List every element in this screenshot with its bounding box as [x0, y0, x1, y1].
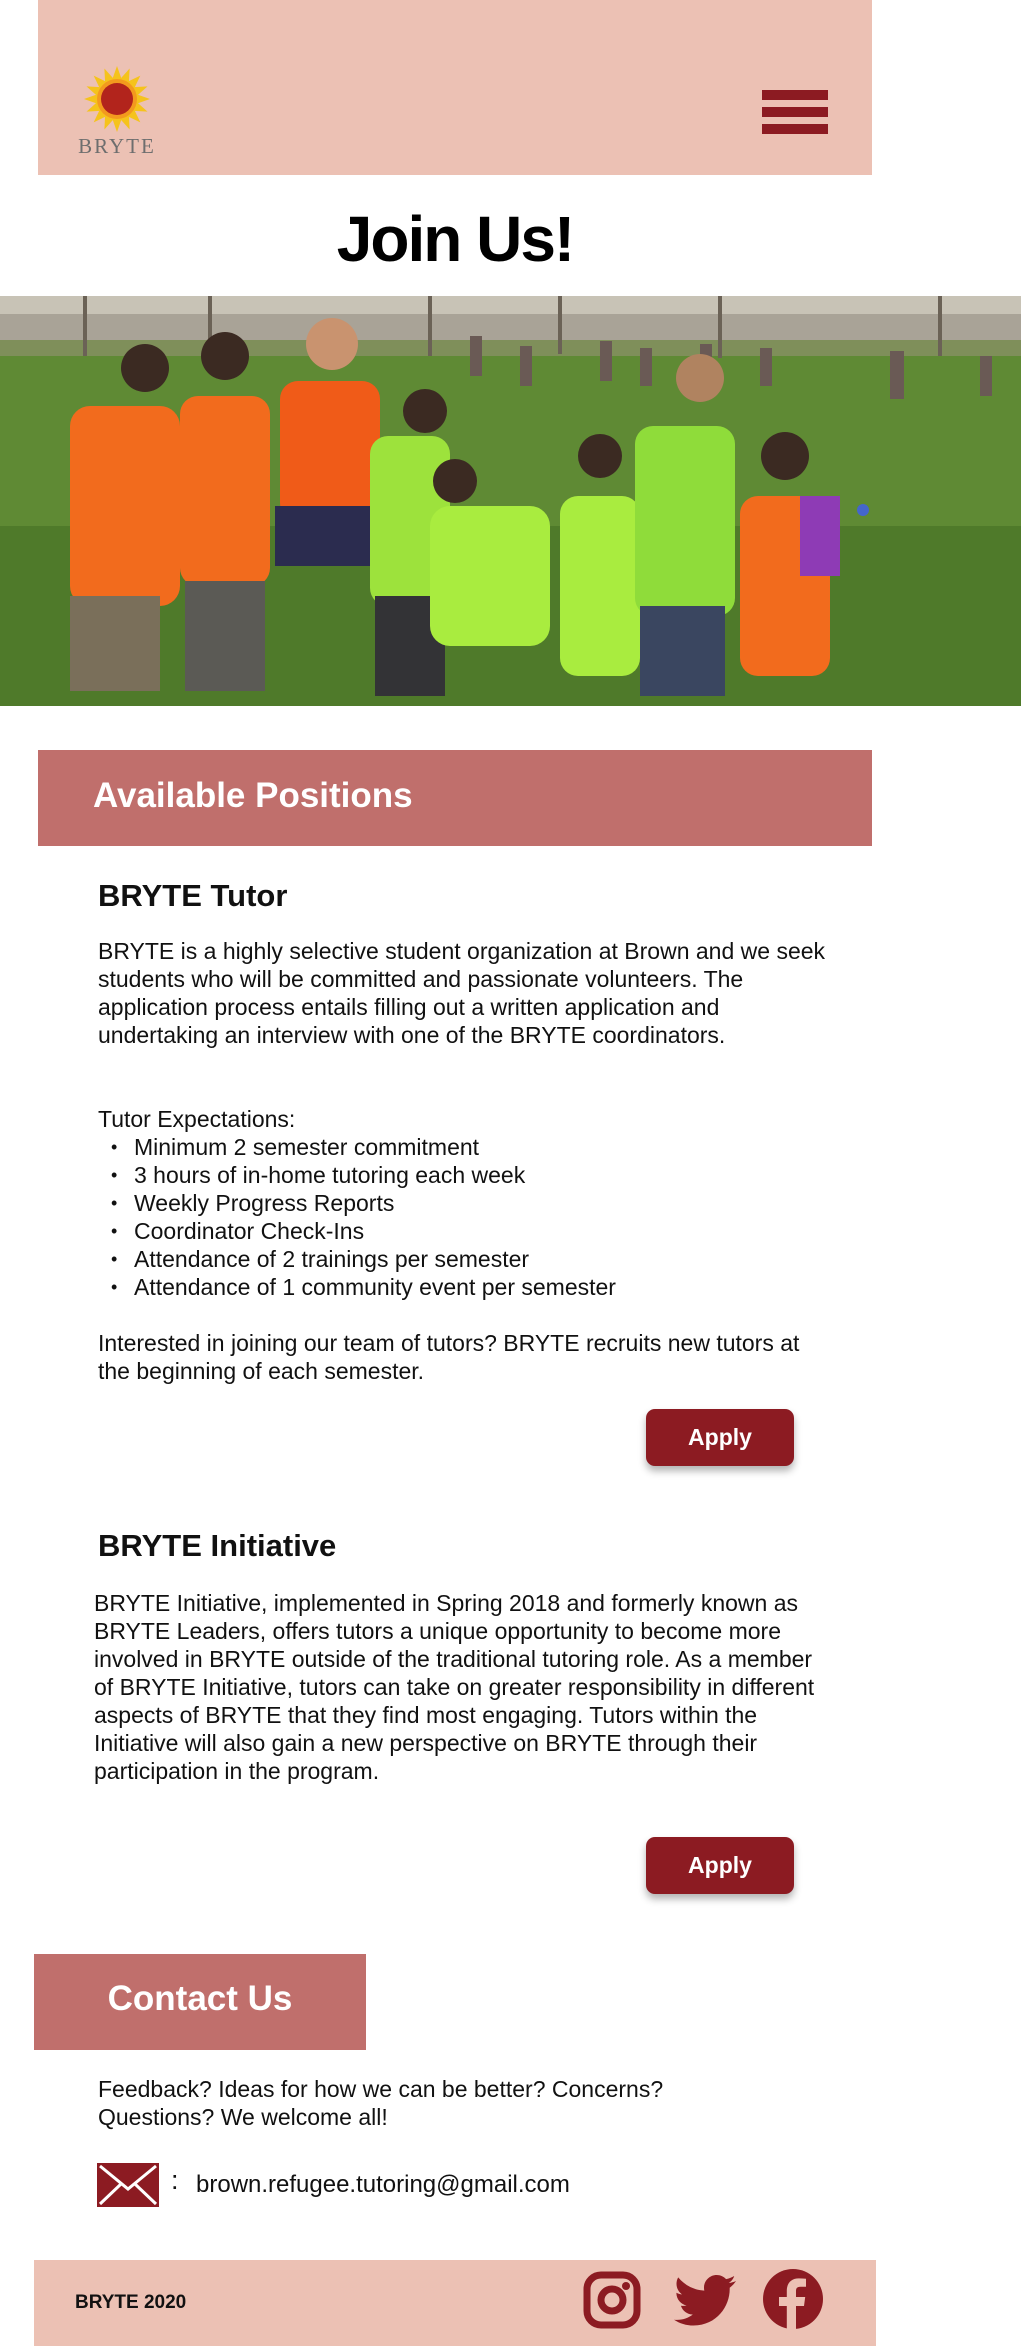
site-footer: BRYTE 2020: [34, 2260, 876, 2346]
email-link[interactable]: brown.refugee.tutoring@gmail.com: [196, 2171, 570, 2199]
mail-icon: [97, 2163, 159, 2207]
list-item: Attendance of 2 trainings per semester: [98, 1245, 818, 1273]
available-positions-header: Available Positions: [38, 750, 872, 846]
list-item: Minimum 2 semester commitment: [98, 1133, 818, 1161]
contact-us-header: Contact Us: [34, 1954, 366, 2050]
list-item: Attendance of 1 community event per seme…: [98, 1273, 818, 1301]
twitter-icon[interactable]: [674, 2274, 738, 2330]
section-heading: Available Positions: [93, 776, 413, 815]
hero-image: [0, 296, 1021, 706]
tutor-apply-button[interactable]: Apply: [646, 1409, 794, 1466]
tutor-expectations-list: Minimum 2 semester commitment 3 hours of…: [98, 1133, 818, 1301]
initiative-description: BRYTE Initiative, implemented in Spring …: [94, 1590, 815, 1784]
list-item: Weekly Progress Reports: [98, 1189, 818, 1217]
site-header: BRYTE: [38, 0, 872, 175]
list-item: Coordinator Check-Ins: [98, 1217, 818, 1245]
page-title: Join Us!: [336, 203, 575, 275]
menu-line: [762, 124, 828, 134]
tutor-expectations-label: Tutor Expectations:: [98, 1106, 296, 1132]
facebook-icon[interactable]: [762, 2268, 824, 2330]
site-logo[interactable]: BRYTE: [64, 66, 170, 162]
menu-line: [762, 107, 828, 117]
initiative-position-title: BRYTE Initiative: [98, 1528, 337, 1563]
hamburger-menu-icon[interactable]: [762, 90, 828, 144]
list-item: 3 hours of in-home tutoring each week: [98, 1161, 818, 1189]
instagram-icon[interactable]: [582, 2270, 642, 2330]
logo-text: BRYTE: [78, 134, 156, 158]
contact-message: Feedback? Ideas for how we can be better…: [98, 2076, 664, 2130]
menu-line: [762, 90, 828, 100]
tutor-closing: Interested in joining our team of tutors…: [98, 1330, 800, 1384]
tutor-intro: BRYTE is a highly selective student orga…: [98, 938, 826, 1048]
footer-copyright: BRYTE 2020: [75, 2292, 187, 2313]
initiative-apply-button[interactable]: Apply: [646, 1837, 794, 1894]
email-colon: :: [171, 2165, 179, 2195]
tutor-position-title: BRYTE Tutor: [98, 878, 288, 913]
section-heading: Contact Us: [107, 1979, 293, 2018]
sunflower-logo-icon: [84, 66, 150, 132]
